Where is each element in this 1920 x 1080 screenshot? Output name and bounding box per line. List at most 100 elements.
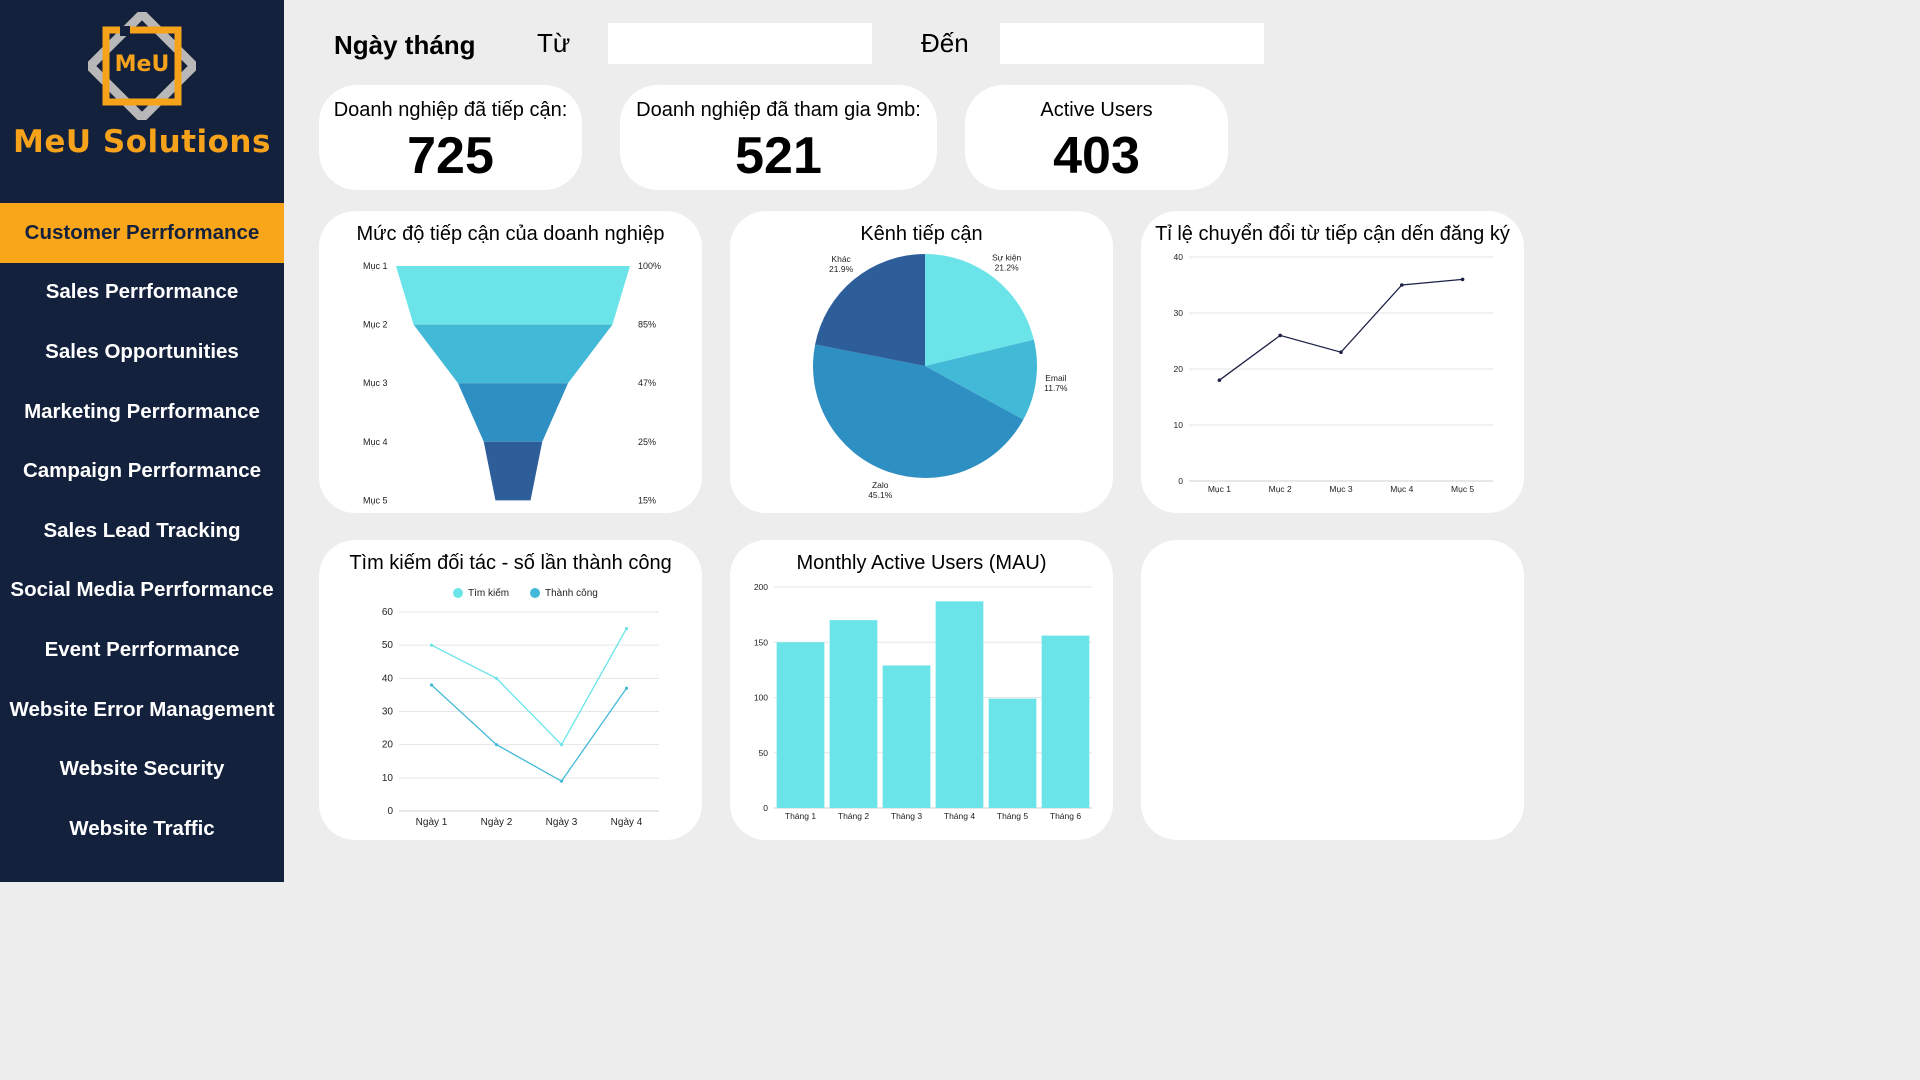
pie-slice-label: Zalo: [872, 480, 889, 490]
data-point: [429, 643, 434, 647]
data-point: [624, 686, 629, 690]
pie-slice-value: 11.7%: [1044, 383, 1068, 393]
x-tick-label: Ngày 3: [546, 817, 578, 828]
x-tick-label: Tháng 5: [997, 811, 1028, 821]
data-point: [494, 743, 499, 747]
y-tick-label: 0: [763, 803, 768, 813]
kpi-label: Active Users: [1040, 99, 1153, 121]
legend-swatch: [530, 588, 540, 598]
kpi-value: 725: [407, 127, 494, 185]
funnel-chart-panel: Mức độ tiếp cận của doanh nghiệp Mục 1 10…: [319, 211, 702, 513]
kpi-card-active-users: Active Users 403: [965, 85, 1228, 190]
data-point: [429, 683, 434, 687]
to-date-input[interactable]: [1000, 23, 1264, 64]
kpi-value: 521: [735, 127, 822, 185]
funnel-category-label: Mục 4: [363, 437, 388, 447]
to-date-label: Đến: [921, 28, 969, 58]
funnel-category-label: Mục 3: [363, 378, 388, 388]
sidebar-item-campaign-performance[interactable]: Campaign Perrformance: [0, 441, 284, 501]
kpi-value: 403: [1053, 127, 1140, 185]
data-point: [1339, 350, 1343, 354]
data-point: [559, 779, 564, 783]
kpi-label: Doanh nghiệp đã tiếp cận:: [333, 99, 568, 121]
legend-label: Tìm kiếm: [468, 587, 509, 599]
partner-search-line-chart: 0 10 20 30 40 50 60 Ngày 1 Ngày 2 Ngày 3 Ngày 4 Tìm…: [382, 587, 659, 828]
sidebar-item-website-security[interactable]: Website Security: [0, 739, 284, 799]
x-tick-label: Tháng 1: [785, 811, 816, 821]
y-tick-label: 40: [382, 673, 394, 684]
y-tick-label: 200: [754, 582, 768, 592]
y-tick-label: 30: [1174, 308, 1184, 318]
pie-chart: Sự kiện21.2% Email11.7% Zalo45.1% Khác21.9%: [813, 252, 1068, 500]
y-tick-label: 0: [1178, 476, 1183, 486]
x-tick-label: Tháng 2: [838, 811, 869, 821]
y-tick-label: 10: [1174, 420, 1184, 430]
sidebar-nav: Customer Perrformance Sales Perrformance…: [0, 203, 284, 859]
sidebar-item-sales-lead-tracking[interactable]: Sales Lead Tracking: [0, 501, 284, 561]
bar: [1041, 635, 1090, 808]
funnel-value-label: 85%: [638, 320, 656, 330]
series-line: [431, 628, 628, 746]
series-line: [431, 684, 628, 783]
y-tick-label: 100: [754, 693, 768, 703]
mau-bar-chart: 0 50 100 150 200 Tháng 1 Tháng 2 Tháng 3 Tháng 4…: [754, 582, 1092, 821]
pie-slice-value: 21.9%: [829, 264, 854, 274]
y-tick-label: 40: [1174, 252, 1184, 262]
sidebar-item-website-traffic[interactable]: Website Traffic: [0, 799, 284, 859]
pie-slice-value: 45.1%: [868, 490, 893, 500]
mau-bar-chart-panel: Monthly Active Users (MAU) 0 50 100 150 200 T…: [730, 540, 1113, 840]
funnel-category-label: Mục 5: [363, 495, 388, 505]
funnel-segment: [483, 441, 543, 501]
funnel-chart: Mục 1 100% Mục 2 85% Mục 3 47% Mục 4 25% Mục 5 15…: [363, 261, 661, 505]
funnel-segment: [458, 383, 568, 442]
sidebar-item-social-media-performance[interactable]: Social Media Perrformance: [0, 561, 284, 621]
sidebar: MeU MeU Solutions Customer Perrformance …: [0, 0, 284, 882]
sidebar-item-sales-performance[interactable]: Sales Perrformance: [0, 263, 284, 323]
funnel-value-label: 15%: [638, 495, 656, 505]
empty-panel: [1141, 540, 1524, 840]
kpi-card-joined: Doanh nghiệp đã tham gia 9mb: 521: [620, 85, 937, 190]
y-tick-label: 60: [382, 607, 394, 618]
y-tick-label: 0: [387, 806, 393, 817]
bar: [882, 665, 931, 808]
data-point: [494, 676, 499, 680]
funnel-segment: [413, 324, 613, 384]
legend-swatch: [453, 588, 463, 598]
pie-slice-value: 21.2%: [995, 262, 1020, 272]
bar: [988, 698, 1037, 808]
bar: [935, 601, 984, 808]
y-tick-label: 10: [382, 773, 394, 784]
sidebar-item-marketing-performance[interactable]: Marketing Perrformance: [0, 382, 284, 442]
x-tick-label: Mục 5: [1451, 484, 1474, 494]
x-tick-label: Ngày 4: [611, 817, 643, 828]
date-filter-label: Ngày tháng: [334, 30, 476, 60]
partner-search-chart-panel: Tìm kiếm đối tác - số lần thành công 0 10…: [319, 540, 702, 840]
data-point: [1460, 277, 1465, 282]
conversion-line-chart-panel: Tỉ lệ chuyển đổi từ tiếp cận dến đăng ký…: [1141, 211, 1524, 513]
data-point: [1400, 283, 1404, 287]
x-tick-label: Mục 3: [1329, 484, 1352, 494]
x-tick-label: Tháng 3: [891, 811, 922, 821]
sidebar-item-sales-opportunities[interactable]: Sales Opportunities: [0, 322, 284, 382]
sidebar-item-website-error-management[interactable]: Website Error Management: [0, 680, 284, 740]
y-tick-label: 20: [382, 740, 394, 751]
from-date-input[interactable]: [608, 23, 872, 64]
data-point: [1278, 333, 1282, 338]
bar: [829, 620, 878, 808]
x-tick-label: Ngày 2: [481, 817, 513, 828]
kpi-label: Doanh nghiệp đã tham gia 9mb:: [636, 99, 921, 121]
data-point: [559, 743, 564, 747]
sidebar-item-customer-performance[interactable]: Customer Perrformance: [0, 203, 284, 263]
y-tick-label: 150: [754, 637, 768, 647]
x-tick-label: Tháng 4: [944, 811, 975, 821]
pie-chart-panel: Kênh tiếp cận Sự kiện 21.2% Email 11.7% Zalo…: [730, 211, 1113, 513]
y-tick-label: 50: [759, 748, 769, 758]
brand-logo: MeU MeU Solutions: [0, 0, 284, 203]
sidebar-item-event-performance[interactable]: Event Perrformance: [0, 620, 284, 680]
brand-name: MeU Solutions: [13, 124, 271, 160]
funnel-value-label: 47%: [638, 378, 656, 388]
x-tick-label: Mục 1: [1208, 484, 1231, 494]
funnel-value-label: 25%: [638, 437, 656, 447]
pie-slice-label: Sự kiện: [992, 252, 1022, 262]
conversion-line-chart: 0 10 20 30 40 Mục 1 Mục 2 Mục 3 Mục 4 Mục 5: [1174, 252, 1493, 494]
